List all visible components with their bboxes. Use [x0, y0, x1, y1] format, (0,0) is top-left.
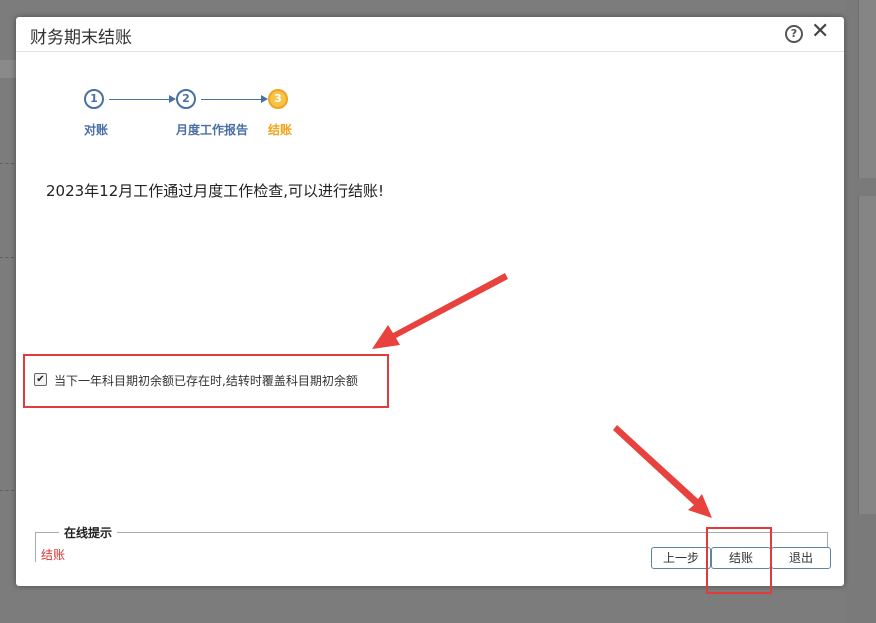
annotation-arrows — [372, 273, 712, 518]
annotation-arrow-icon — [613, 425, 712, 518]
annotation-arrow-icon — [372, 273, 508, 349]
